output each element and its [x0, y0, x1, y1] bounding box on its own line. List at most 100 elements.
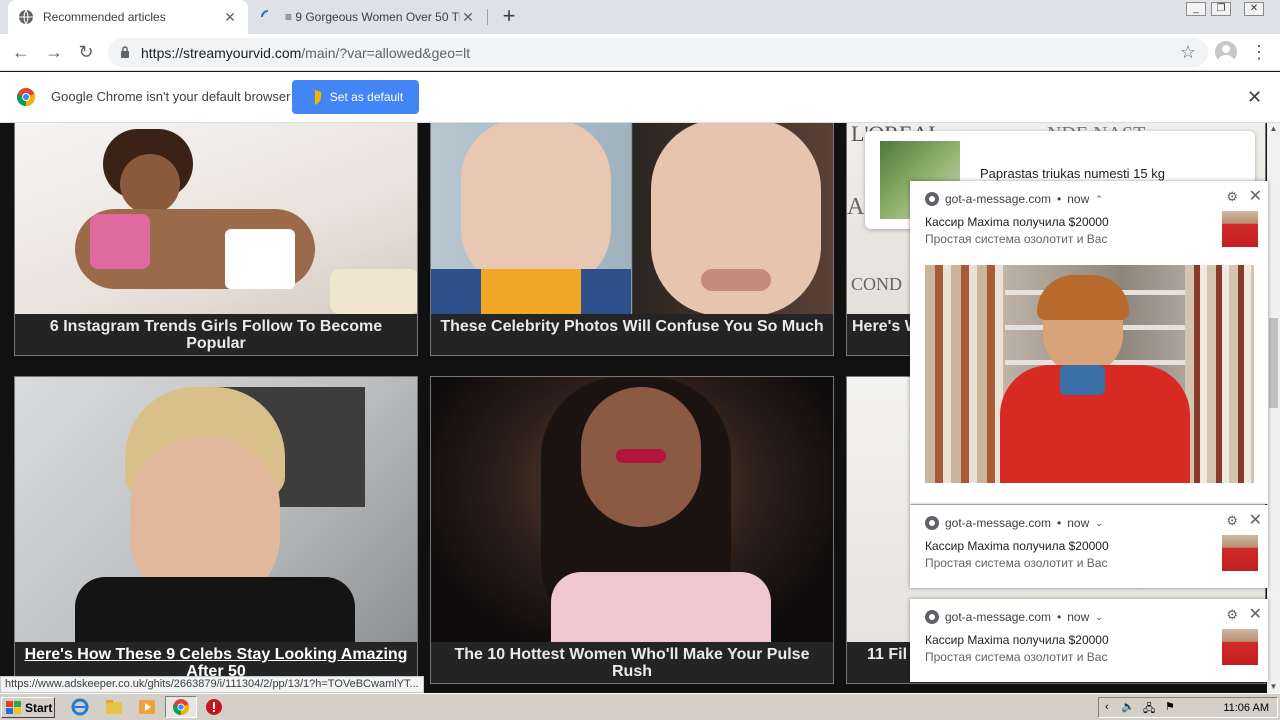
chrome-site-icon: [925, 192, 939, 206]
notification-title: Кассир Maxima получила $20000: [925, 539, 1109, 553]
globe-icon: [19, 9, 33, 25]
set-as-default-button[interactable]: Set as default: [292, 80, 419, 114]
chrome-logo-icon: [17, 88, 35, 106]
article-card[interactable]: The 10 Hottest Women Who'll Make Your Pu…: [430, 376, 834, 684]
restore-button[interactable]: ❐: [1211, 2, 1231, 16]
brand-text: A: [847, 194, 865, 220]
flag-icon[interactable]: ⚑: [1165, 700, 1175, 713]
notification-image: [925, 265, 1254, 483]
notification-expanded[interactable]: got-a-message.com • now ⌃ ⚙ ✕ Кассир Max…: [910, 181, 1268, 504]
notification-time: now: [1067, 516, 1090, 530]
notification-site: got-a-message.com: [945, 192, 1052, 206]
article-image: [431, 123, 833, 316]
notification-site: got-a-message.com: [945, 610, 1052, 624]
expand-chevron-icon[interactable]: ⌄: [1095, 518, 1103, 529]
notification-title: Кассир Maxima получила $20000: [925, 215, 1109, 229]
close-window-button[interactable]: ✕: [1244, 2, 1264, 16]
browser-toolbar: ← → ↻ https://streamyourvid.com/main/?va…: [0, 34, 1280, 71]
system-tray: ‹ 🔈 🖧 ⚑ 11:06 AM: [1098, 697, 1278, 718]
shield-icon: [308, 89, 321, 105]
bookmark-star-icon[interactable]: ☆: [1180, 42, 1196, 63]
stop-sign-icon[interactable]: [204, 698, 224, 716]
article-card[interactable]: Here's How These 9 Celebs Stay Looking A…: [14, 376, 418, 684]
notification-body: Простая система озолотит и Вас: [925, 650, 1108, 664]
internet-explorer-icon[interactable]: [70, 698, 90, 716]
article-image: [15, 123, 417, 316]
infobar-message: Google Chrome isn't your default browser: [51, 89, 291, 104]
infobar-close-icon[interactable]: ✕: [1247, 87, 1262, 108]
expand-chevron-icon[interactable]: ⌄: [1095, 612, 1103, 623]
forward-button[interactable]: →: [42, 40, 66, 64]
notification-time: now: [1067, 192, 1090, 206]
bullet: •: [1057, 610, 1062, 624]
taskbar-chrome-button[interactable]: [165, 696, 197, 718]
volume-icon[interactable]: 🔈: [1121, 700, 1135, 713]
notification-site: got-a-message.com: [945, 516, 1052, 530]
loading-spinner-icon: [261, 10, 269, 18]
notification-close-icon[interactable]: ✕: [1249, 604, 1262, 624]
article-caption: 6 Instagram Trends Girls Follow To Becom…: [15, 314, 417, 355]
scrollbar-thumb[interactable]: [1269, 318, 1278, 408]
notification-thumbnail: [1222, 211, 1258, 247]
notification-header: got-a-message.com • now ⌃: [925, 191, 1103, 207]
folder-icon[interactable]: [104, 698, 124, 716]
back-button[interactable]: ←: [9, 40, 33, 64]
notification-settings-gear-icon[interactable]: ⚙: [1226, 189, 1238, 205]
address-bar[interactable]: https://streamyourvid.com/main/?var=allo…: [108, 38, 1208, 67]
menu-kebab-icon[interactable]: ⋮: [1250, 41, 1268, 63]
tab-title: ≡ 9 Gorgeous Women Over 50 That: [285, 10, 460, 24]
chrome-site-icon: [925, 516, 939, 530]
tab-separator: [487, 9, 488, 25]
tab-title: Recommended articles: [43, 10, 166, 24]
notification-body: Простая система озолотит и Вас: [925, 232, 1108, 246]
notification-close-icon[interactable]: ✕: [1249, 510, 1262, 530]
reload-button[interactable]: ↻: [74, 40, 98, 64]
notification-title: Кассир Maxima получила $20000: [925, 633, 1109, 647]
url-path: /main/?var=allowed&geo=lt: [301, 45, 471, 61]
url-text: https://streamyourvid.com/main/?var=allo…: [141, 45, 470, 61]
vertical-scrollbar[interactable]: ▲ ▼: [1267, 123, 1280, 693]
notification-close-icon[interactable]: ✕: [1249, 186, 1262, 206]
collapse-chevron-icon[interactable]: ⌃: [1095, 194, 1103, 205]
article-caption: These Celebrity Photos Will Confuse You …: [431, 314, 833, 355]
scroll-down-icon[interactable]: ▼: [1267, 681, 1280, 693]
start-label: Start: [25, 700, 53, 715]
minimize-button[interactable]: _: [1186, 2, 1206, 16]
lock-icon: [121, 46, 129, 58]
article-card[interactable]: 6 Instagram Trends Girls Follow To Becom…: [14, 123, 418, 356]
tab-close-icon[interactable]: ✕: [460, 9, 476, 26]
tab-gorgeous-women[interactable]: ≡ 9 Gorgeous Women Over 50 That ✕: [250, 0, 486, 34]
article-card[interactable]: These Celebrity Photos Will Confuse You …: [430, 123, 834, 356]
notification-thumbnail: [1222, 535, 1258, 571]
scroll-up-icon[interactable]: ▲: [1267, 123, 1280, 135]
notification-body: Простая система озолотит и Вас: [925, 556, 1108, 570]
link-status-bubble: https://www.adskeeper.co.uk/ghits/266387…: [0, 676, 424, 693]
notification-time: now: [1067, 610, 1090, 624]
new-tab-button[interactable]: +: [498, 5, 520, 29]
notification-settings-gear-icon[interactable]: ⚙: [1226, 607, 1238, 623]
tab-strip: Recommended articles ✕ ≡ 9 Gorgeous Wome…: [0, 0, 1280, 34]
article-image: [15, 377, 417, 644]
tab-recommended-articles[interactable]: Recommended articles ✕: [8, 0, 248, 34]
article-caption: The 10 Hottest Women Who'll Make Your Pu…: [431, 642, 833, 683]
notification-header: got-a-message.com • now ⌄: [925, 609, 1103, 625]
tray-expand-icon[interactable]: ‹: [1105, 701, 1109, 713]
set-as-default-label: Set as default: [329, 90, 404, 104]
network-icon[interactable]: 🖧: [1143, 700, 1155, 719]
bullet: •: [1057, 516, 1062, 530]
article-image: [431, 377, 833, 644]
notification-collapsed[interactable]: got-a-message.com • now ⌄ ⚙ ✕ Кассир Max…: [910, 599, 1268, 682]
tab-close-icon[interactable]: ✕: [222, 9, 238, 26]
chrome-site-icon: [925, 610, 939, 624]
windows-taskbar: Start ‹ 🔈 🖧 ⚑ 11:06 AM: [0, 693, 1280, 720]
brand-text: COND: [851, 274, 903, 294]
media-player-icon[interactable]: [137, 698, 157, 716]
notification-collapsed[interactable]: got-a-message.com • now ⌄ ⚙ ✕ Кассир Max…: [910, 505, 1268, 588]
notification-settings-gear-icon[interactable]: ⚙: [1226, 513, 1238, 529]
clock[interactable]: 11:06 AM: [1223, 702, 1269, 714]
default-browser-infobar: Google Chrome isn't your default browser…: [0, 72, 1280, 123]
bullet: •: [1057, 192, 1062, 206]
ad-headline: Paprastas triukas numesti 15 kg: [980, 166, 1165, 181]
profile-avatar[interactable]: [1215, 41, 1237, 63]
start-button[interactable]: Start: [1, 697, 55, 718]
